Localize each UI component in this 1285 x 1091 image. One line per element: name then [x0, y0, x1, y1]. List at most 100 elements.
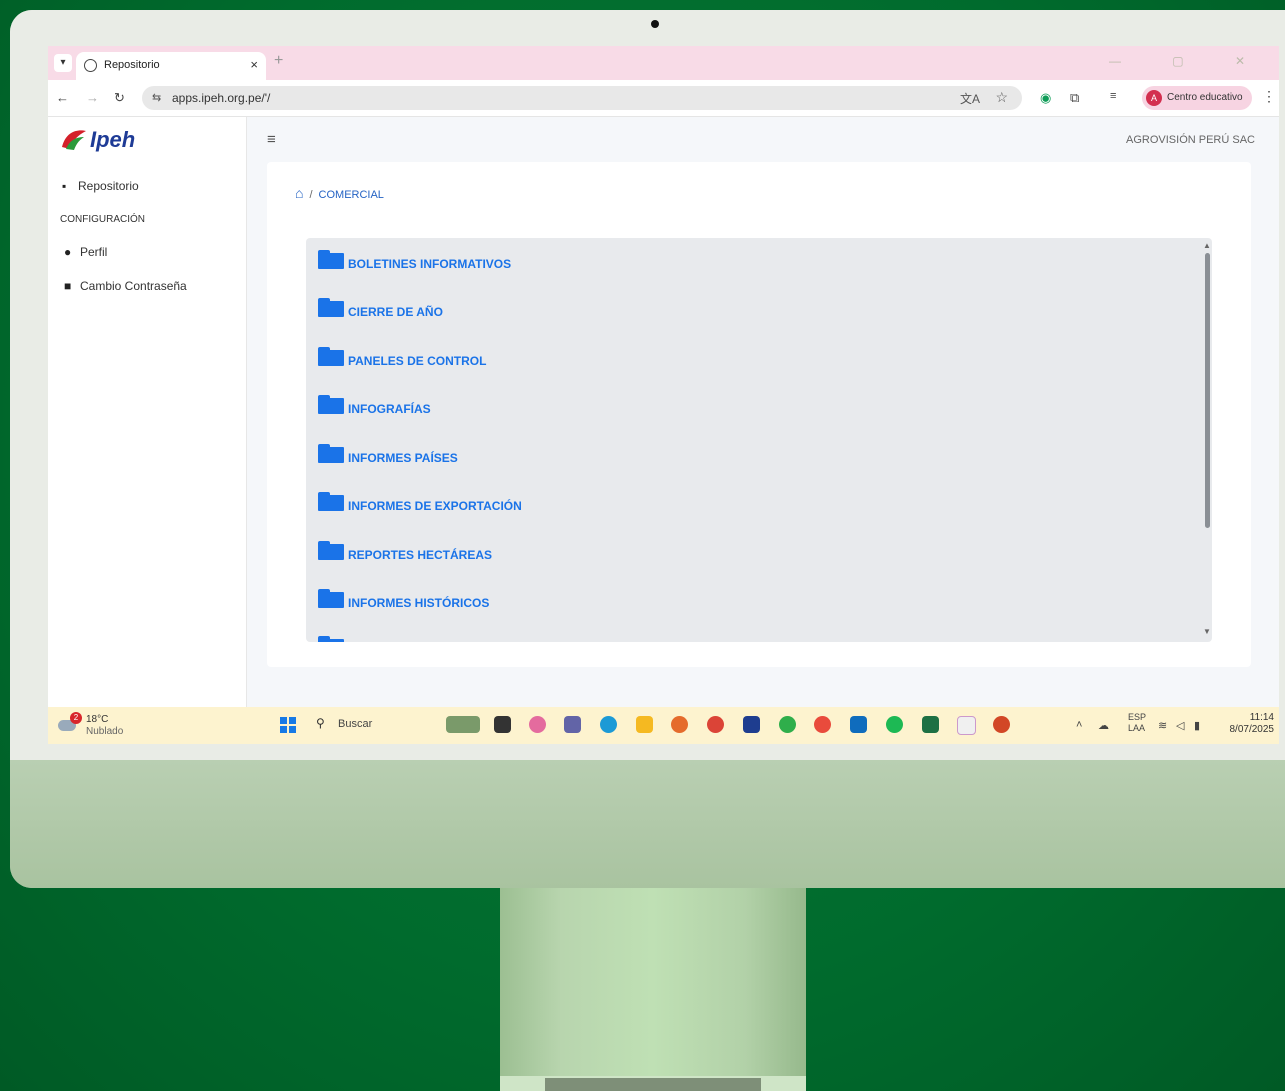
browser-tab[interactable]: Repositorio × — [76, 52, 266, 80]
folder-icon — [318, 444, 344, 464]
tab-close-button[interactable]: × — [250, 57, 258, 72]
sidebar: Ipeh ▪ Repositorio CONFIGURACIÓN ● Perfil … — [48, 117, 247, 707]
user-icon: ● — [64, 245, 72, 259]
copilot-icon[interactable] — [529, 716, 546, 733]
site-info-icon[interactable]: ⇆ — [152, 91, 161, 104]
edge-icon[interactable] — [600, 716, 617, 733]
layout-code: LAA — [1128, 723, 1146, 733]
windows-taskbar: 2 18°C Nublado ⚲ Buscar ˄ ☁ ESP LAA ≋ ◁ … — [48, 707, 1279, 744]
tab-search-dropdown[interactable]: ▾ — [54, 54, 72, 72]
search-placeholder: Buscar — [338, 718, 373, 730]
taskbar-search[interactable]: ⚲ Buscar — [306, 714, 456, 736]
sidebar-item-perfil[interactable]: ● Perfil — [64, 245, 107, 259]
globe-icon — [84, 59, 97, 72]
folder-label: CIERRE DE AÑO — [348, 305, 443, 319]
windows-icon[interactable] — [280, 717, 296, 733]
boxes-icon: ▪ — [62, 179, 67, 193]
camera — [651, 20, 659, 28]
profile-button[interactable]: A Centro educativo — [1142, 86, 1252, 110]
weather-temp: 18°C — [86, 714, 109, 725]
folder-icon — [318, 395, 344, 415]
tab-title: Repositorio — [104, 59, 160, 71]
volume-icon[interactable]: ◁ — [1176, 719, 1184, 732]
forward-icon[interactable]: → — [86, 90, 99, 105]
lock-icon: ■ — [64, 279, 72, 293]
file-explorer-icon[interactable] — [636, 716, 653, 733]
scroll-down-icon[interactable]: ▼ — [1203, 627, 1211, 636]
monitor: ▾ Repositorio × + — ▢ ✕ ← → ↻ ⇆ apps.ipe… — [10, 10, 1285, 888]
folder-icon — [318, 636, 344, 642]
folder-label: INFORMES HISTÓRICOS — [348, 596, 490, 610]
teams-icon[interactable] — [564, 716, 581, 733]
sidebar-item-cambio-contrasena[interactable]: ■ Cambio Contraseña — [64, 279, 187, 293]
clock[interactable]: 11:14 8/07/2025 — [1218, 712, 1275, 736]
company-name[interactable]: AGROVISIÓN PERÚ SAC — [1126, 134, 1255, 146]
folder-icon — [318, 541, 344, 561]
folder-icon — [318, 298, 344, 318]
chrome-icon[interactable] — [707, 716, 724, 733]
back-icon[interactable]: ← — [56, 90, 69, 105]
folder-label: REPORTES HECTÁREAS — [348, 548, 493, 562]
sidebar-item-repositorio[interactable]: ▪ Repositorio — [62, 179, 139, 193]
menu-icon[interactable]: ≡ — [267, 131, 276, 148]
onedrive-icon[interactable]: ☁ — [1098, 719, 1109, 732]
logo-mark-icon — [62, 130, 86, 150]
notification-badge: 2 — [70, 712, 82, 724]
time: 11:14 — [1249, 712, 1274, 723]
weather-condition: Nublado — [86, 726, 124, 737]
chrome-profile-icon[interactable] — [814, 716, 831, 733]
folder-list-scrollbar[interactable]: ▲ ▼ — [1203, 241, 1211, 639]
folder-label: INFORMES PAÍSES — [348, 451, 458, 465]
battery-icon[interactable]: ▮ — [1194, 719, 1200, 732]
folder-label: INFOGRAFÍAS — [348, 402, 431, 416]
breadcrumb: ⌂ / COMERCIAL — [295, 185, 384, 201]
extension-icon[interactable]: ◉ — [1040, 90, 1051, 106]
monitor-stand — [500, 888, 806, 1091]
outlook-icon[interactable] — [850, 716, 867, 733]
monitor-stand-foot — [500, 1076, 806, 1091]
reload-icon[interactable]: ↻ — [114, 90, 125, 106]
sidebar-section-header: CONFIGURACIÓN — [60, 214, 145, 225]
topbar: ≡ AGROVISIÓN PERÚ SAC — [247, 117, 1279, 167]
folder-icon — [318, 250, 344, 270]
scroll-up-icon[interactable]: ▲ — [1203, 241, 1211, 250]
star-icon[interactable]: ☆ — [995, 89, 1008, 106]
snipping-tool-icon[interactable] — [957, 716, 976, 735]
monitor-chin — [10, 760, 1285, 888]
folder-list: BOLETINES INFORMATIVOS CIERRE DE AÑO PAN… — [306, 238, 1212, 642]
sidebar-item-label: Perfil — [80, 245, 108, 259]
excel-icon[interactable] — [922, 716, 939, 733]
folder-icon — [318, 589, 344, 609]
scrollbar-thumb[interactable] — [1205, 253, 1210, 528]
menu-kebab-icon[interactable]: ⋮ — [1262, 88, 1276, 105]
firefox-icon[interactable] — [671, 716, 688, 733]
media-icon[interactable]: ≡ — [1110, 90, 1116, 102]
language-indicator[interactable]: ESP LAA — [1128, 712, 1146, 734]
home-icon[interactable]: ⌂ — [295, 185, 303, 201]
window-controls[interactable]: — ▢ ✕ — [1109, 54, 1269, 68]
task-view-icon[interactable] — [494, 716, 511, 733]
landscape-icon[interactable] — [446, 716, 480, 733]
address-bar-row: ← → ↻ ⇆ apps.ipeh.org.pe/'/ 文A ☆ ◉ ⧉ ≡ A… — [48, 80, 1279, 117]
url-field[interactable]: ⇆ apps.ipeh.org.pe/'/ 文A ☆ — [142, 86, 1022, 110]
powerpoint-icon[interactable] — [993, 716, 1010, 733]
lang-code: ESP — [1128, 712, 1147, 722]
puzzle-icon[interactable]: ⧉ — [1070, 90, 1079, 106]
avatar: A — [1146, 90, 1162, 106]
search-icon: ⚲ — [316, 716, 325, 730]
whatsapp-icon[interactable] — [779, 716, 796, 733]
url-text: apps.ipeh.org.pe/'/ — [172, 91, 271, 105]
wifi-icon[interactable]: ≋ — [1158, 719, 1167, 732]
chevron-up-icon[interactable]: ˄ — [1076, 719, 1082, 731]
breadcrumb-separator: / — [309, 189, 313, 201]
translate-icon[interactable]: 文A — [960, 90, 980, 107]
date: 8/07/2025 — [1229, 724, 1275, 735]
breadcrumb-current[interactable]: COMERCIAL — [319, 189, 384, 201]
new-tab-button[interactable]: + — [274, 52, 283, 70]
logo-text: Ipeh — [90, 127, 136, 152]
folder-label: INFORMES DE EXPORTACIÓN — [348, 499, 522, 513]
spotify-icon[interactable] — [886, 716, 903, 733]
profile-name: Centro educativo — [1167, 92, 1243, 103]
folder-label: BOLETINES INFORMATIVOS — [348, 257, 512, 271]
lens-icon[interactable] — [743, 716, 760, 733]
